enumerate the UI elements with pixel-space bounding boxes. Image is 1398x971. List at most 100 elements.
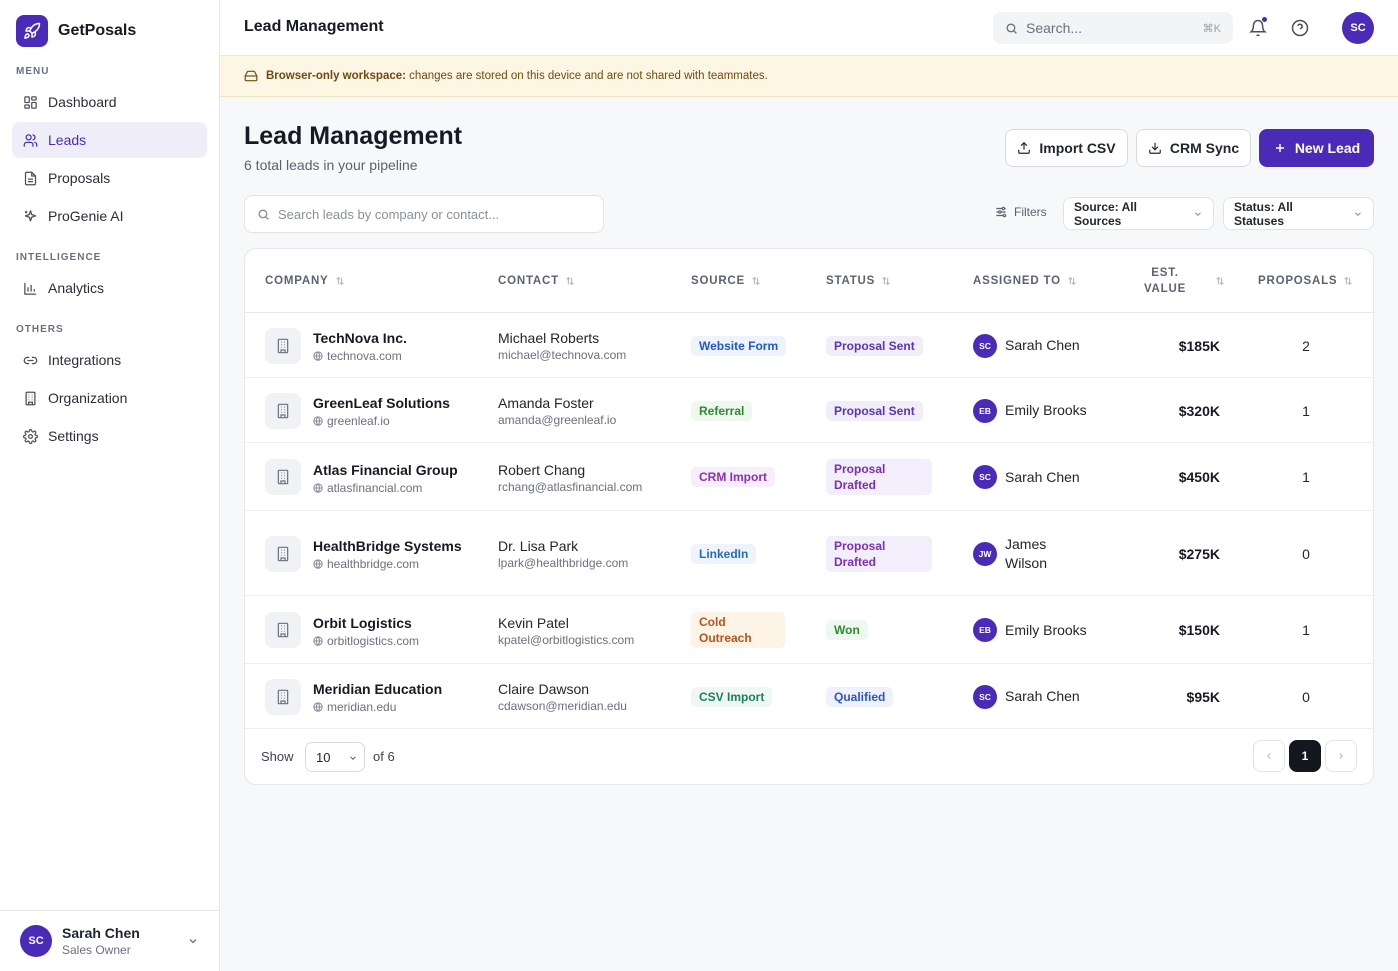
column-header-6[interactable]: PROPOSALS [1258,249,1362,312]
company-domain: meridian.edu [327,700,397,714]
import-csv-button[interactable]: Import CSV [1005,129,1128,167]
sidebar-item-label: Organization [48,390,128,406]
contact-email[interactable]: michael@technova.com [498,348,626,362]
help-icon [1291,19,1309,37]
prev-page-button[interactable] [1253,740,1285,772]
new-lead-button[interactable]: New Lead [1259,129,1374,167]
column-header-1[interactable]: CONTACT [498,249,678,312]
table-row[interactable]: TechNova Inc. technova.com Michael Roberts… [245,313,1373,378]
storage-icon [244,69,258,83]
status-badge: Won [826,620,868,640]
contact-name: Claire Dawson [498,681,590,697]
proposal-count: 2 [1302,337,1310,354]
sidebar-item-proposals[interactable]: Proposals [12,160,207,196]
column-header-label: PROPOSALS [1258,274,1338,287]
source-filter-value: Source: All Sources [1074,199,1137,228]
next-page-button[interactable] [1325,740,1357,772]
help-button[interactable] [1288,16,1312,40]
global-search-input[interactable]: Search... ⌘K [993,12,1233,44]
banner-text: changes are stored on this device and ar… [409,70,768,82]
table-row[interactable]: GreenLeaf Solutions greenleaf.io Amanda Fo… [245,378,1373,443]
rocket-icon [16,15,48,47]
sidebar-item-dashboard[interactable]: Dashboard [12,84,207,120]
source-filter-select[interactable]: Source: All Sources [1063,197,1214,230]
building-icon [265,535,301,572]
nav-section-intelligence: INTELLIGENCE [16,252,102,263]
profile-avatar[interactable]: SC [1342,12,1374,44]
sort-icon [751,276,761,286]
contact-name: Michael Roberts [498,330,600,346]
assignee-avatar: SC [973,684,997,709]
document-icon [22,170,38,186]
assignee-name: Emily Brooks [1005,402,1087,418]
status-badge: Proposal Sent [826,335,923,356]
table-row[interactable]: Meridian Education meridian.edu Claire Daw… [245,664,1373,729]
source-badge: CRM Import [691,467,775,487]
assignee-name: Sarah Chen [1005,688,1080,704]
column-header-4[interactable]: ASSIGNED TO [973,249,1113,312]
user-menu[interactable]: SC Sarah Chen Sales Owner [0,910,219,971]
notifications-button[interactable] [1246,16,1270,40]
company-name[interactable]: Orbit Logistics [313,613,463,633]
sidebar: GetPosals MENU Dashboard Leads Proposals… [0,0,220,971]
column-header-5[interactable]: EST. VALUE [1125,249,1225,312]
contact-email[interactable]: rchang@atlasfinancial.com [498,480,642,494]
table-row[interactable]: Atlas Financial Group atlasfinancial.com R… [245,443,1373,511]
filters-button[interactable]: Filters [994,205,1047,219]
column-header-label: COMPANY [265,274,329,287]
assignee-avatar: JW [973,541,997,566]
contact-name: Dr. Lisa Park [498,538,579,554]
user-name: Sarah Chen [62,925,140,941]
chevron-right-icon [1336,751,1346,761]
page-size-select[interactable]: 10 [305,742,365,772]
company-domain: healthbridge.com [327,557,420,571]
sliders-icon [994,205,1008,219]
company-name[interactable]: Meridian Education [313,679,463,699]
contact-email[interactable]: lpark@healthbridge.com [498,556,628,570]
brand[interactable]: GetPosals [16,15,136,47]
building-icon [265,678,301,715]
sidebar-item-analytics[interactable]: Analytics [12,270,207,306]
globe-icon [313,702,323,712]
proposal-count: 1 [1302,402,1310,419]
sidebar-item-integrations[interactable]: Integrations [12,342,207,378]
assignee-name: Sarah Chen [1005,468,1080,485]
sidebar-item-progenie-ai[interactable]: ProGenie AI [12,198,207,234]
sidebar-item-label: ProGenie AI [48,208,124,224]
column-header-3[interactable]: STATUS [826,249,956,312]
contact-email[interactable]: amanda@greenleaf.io [498,413,616,427]
crm-sync-button[interactable]: CRM Sync [1136,129,1251,167]
sidebar-item-leads[interactable]: Leads [12,122,207,158]
company-name[interactable]: GreenLeaf Solutions [313,393,463,413]
column-header-label: ASSIGNED TO [973,274,1061,287]
table-row[interactable]: Orbit Logistics orbitlogistics.com Kevin P… [245,596,1373,664]
company-name[interactable]: Atlas Financial Group [313,460,463,480]
users-icon [22,132,38,148]
status-filter-select[interactable]: Status: All Statuses [1223,197,1374,230]
chevron-down-icon [1353,209,1363,219]
table-row[interactable]: HealthBridge Systems healthbridge.com Dr. … [245,511,1373,596]
lead-search-input[interactable]: Search leads by company or contact... [244,195,604,233]
upload-icon [1017,141,1031,155]
assignee-name: James Wilson [1005,535,1048,571]
company-name[interactable]: HealthBridge Systems [313,536,463,556]
status-filter-value: Status: All Statuses [1234,199,1293,228]
banner-bold: Browser-only workspace: [266,70,406,82]
sort-icon [881,276,891,286]
nav-section-menu: MENU [16,66,50,77]
sidebar-item-settings[interactable]: Settings [12,418,207,454]
est-value: $185K [1178,337,1220,354]
building-icon [22,390,38,406]
column-header-2[interactable]: SOURCE [691,249,811,312]
sidebar-item-organization[interactable]: Organization [12,380,207,416]
company-domain: atlasfinancial.com [327,480,423,495]
workspace-banner: Browser-only workspace: changes are stor… [220,56,1398,97]
column-header-0[interactable]: COMPANY [265,249,465,312]
contact-email[interactable]: cdawson@meridian.edu [498,699,627,713]
assignee-avatar: EB [973,398,997,423]
topbar-title: Lead Management [244,18,384,35]
status-badge: Proposal Drafted [826,535,932,572]
page-button-1[interactable]: 1 [1289,740,1321,772]
contact-email[interactable]: kpatel@orbitlogistics.com [498,633,634,647]
company-name[interactable]: TechNova Inc. [313,328,463,348]
